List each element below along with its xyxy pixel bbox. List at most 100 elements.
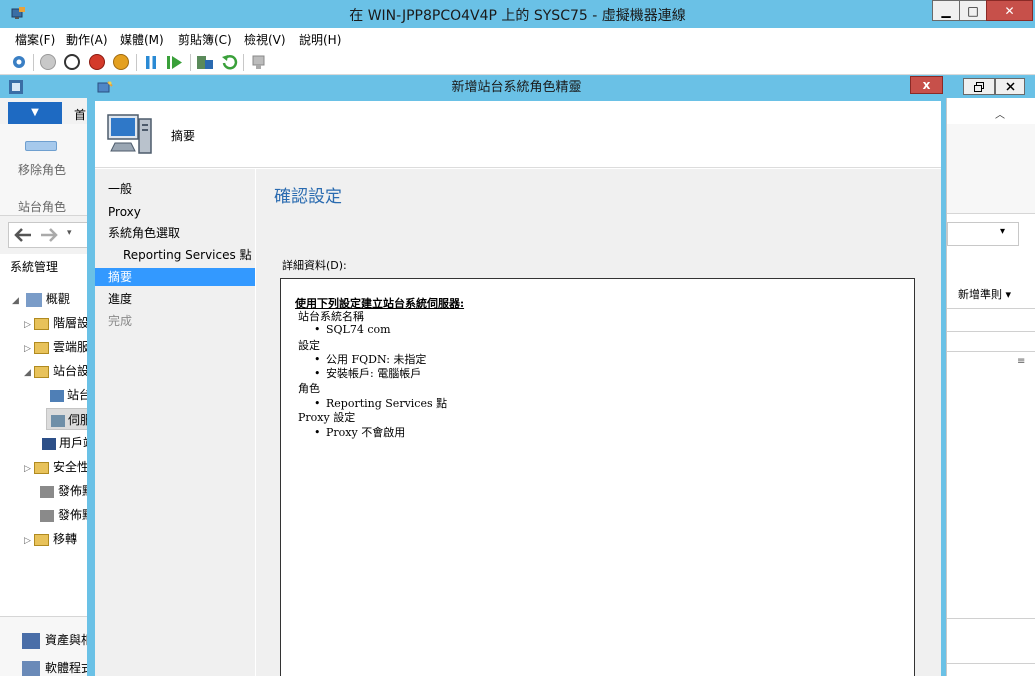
expanded-arrow-icon[interactable]: ◢ [24,368,34,378]
menu-clipboard[interactable]: 剪貼簿(C) [178,31,232,48]
tree-item-hierarchy[interactable]: ▷ 階層設 [24,314,88,331]
ribbon-file-tab[interactable]: ▼ [8,102,62,124]
expanded-arrow-icon[interactable]: ◢ [12,296,22,306]
details-textbox[interactable]: 使用下列設定建立站台系統伺服器: 站台系統名稱 • SQL74 com 設定 • 公… [280,278,915,676]
step-proxy[interactable]: Proxy [95,203,255,221]
menu-action[interactable]: 動作(A) [66,31,108,48]
collapsed-arrow-icon[interactable]: ▷ [24,320,34,330]
start-icon[interactable] [40,54,56,70]
minimize-button[interactable]: ▁ [932,0,960,21]
workspace-label: 資產與相 [45,633,88,647]
divider [947,618,1035,619]
step-role-selection[interactable]: 系統角色選取 [95,224,255,242]
menu-view[interactable]: 檢視(V) [244,31,286,48]
address-dropdown[interactable]: ▾ [947,222,1019,246]
save-state-icon[interactable] [113,54,129,70]
close-icon [1005,82,1015,91]
computer-monitor-icon [107,114,152,154]
dropdown-arrow-icon: ▾ [1000,226,1006,237]
menu-help[interactable]: 說明(H) [299,31,341,48]
checkpoint-icon[interactable] [196,54,214,71]
toolbar-separator [33,54,34,71]
tree-item-distribution-point-groups[interactable]: 發佈點 [40,506,88,523]
divider [947,663,1035,664]
section-title: 系統管理 [10,260,59,274]
tree-item-client-settings[interactable]: 用戶端 [42,434,88,451]
server-roles-icon [51,414,65,427]
enhanced-session-icon[interactable] [250,54,268,71]
folder-icon [34,341,49,354]
collapsed-arrow-icon[interactable]: ▷ [24,344,34,354]
step-progress[interactable]: 進度 [95,290,255,308]
tree-item-security[interactable]: ▷ 安全性 [24,458,88,475]
menu-file[interactable]: 檔案(F) [15,31,55,48]
tree-item-cloud[interactable]: ▷ 雲端服 [24,338,88,355]
details-section: Proxy 設定 [298,411,356,424]
tree-item-label: 階層設 [53,316,88,330]
step-general[interactable]: 一般 [95,180,255,198]
step-completion: 完成 [108,314,133,328]
tree-item-label: 用戶端 [59,436,88,450]
client-settings-icon [42,437,56,450]
maximize-button[interactable]: □ [959,0,987,21]
tree-item-label: 移轉 [53,532,78,546]
toolbar-separator [136,54,137,71]
details-section: 站台系統名稱 [298,310,364,323]
toolbar-separator [190,54,191,71]
workspace-label: 軟體程式 [45,661,88,675]
tree-item-label: 概觀 [45,292,70,306]
workspace-assets[interactable]: 資產與相 [22,631,88,649]
tree-item-overview[interactable]: ◢ 概觀 [12,290,88,307]
tree-item-site-config[interactable]: ◢ 站台設 [24,362,88,379]
forward-arrow-icon[interactable] [39,227,59,243]
history-dropdown-icon[interactable]: ▾ [67,228,72,238]
tree-item-migration[interactable]: ▷ 移轉 [24,530,88,547]
remove-role-icon[interactable] [25,141,57,151]
host-menu-bar: 檔案(F) 動作(A) 媒體(M) 剪貼簿(C) 檢視(V) 說明(H) [0,28,1035,50]
restore-icon [974,81,984,92]
console-close-button[interactable] [995,78,1025,95]
add-criteria-button[interactable]: 新增準則 ▾ [958,286,1011,302]
distribution-point-group-icon [40,509,54,522]
tree-item-label: 發佈點 [58,508,88,522]
collapsed-arrow-icon[interactable]: ▷ [24,464,34,474]
menu-media[interactable]: 媒體(M) [120,31,164,48]
collapsed-arrow-icon[interactable]: ▷ [24,536,34,546]
revert-icon[interactable] [220,54,238,71]
right-pane: ︿ ▾ 新增準則 ▾ ≡ [946,98,1035,676]
remove-role-button[interactable]: 移除角色 [18,161,66,178]
overview-icon [25,292,42,307]
ribbon-extension [947,124,1035,214]
wizard-close-button[interactable]: x [910,76,943,94]
host-title-bar: 在 WIN-JPP8PCO4V4P 上的 SYSC75 - 虛擬機器連線 ▁ □… [0,0,1035,28]
details-bullet-item: • Proxy 不會啟用 [314,426,406,439]
workspace-switcher: 資產與相 軟體程式 [0,616,88,676]
ribbon-tab-home[interactable]: 首 [74,106,86,123]
toolbar-separator [243,54,244,71]
back-arrow-icon[interactable] [13,227,33,243]
turn-off-icon[interactable] [64,54,80,70]
close-button[interactable]: ✕ [986,0,1033,21]
tree-item-servers-selected[interactable]: 伺服 [46,408,88,430]
step-summary[interactable]: 摘要 [95,268,255,286]
ctrl-alt-del-icon[interactable] [10,54,28,71]
step-reporting-services-point[interactable]: Reporting Services 點 [95,246,255,264]
tree-item-sites[interactable]: 站台 [50,386,88,403]
assets-icon [22,632,40,649]
folder-icon [34,533,49,546]
content-title: 確認設定 [274,187,342,207]
wizard-title: 新增站台系統角色精靈 [451,80,582,95]
resume-icon[interactable] [166,54,184,71]
workspace-software-library[interactable]: 軟體程式 [22,659,88,676]
console-restore-button[interactable] [963,78,995,95]
tree-item-label: 站台設 [53,364,88,378]
config-manager-icon [9,80,23,94]
shutdown-icon[interactable] [89,54,105,70]
tree-item-distribution-points[interactable]: 發佈點 [40,482,88,499]
tree-item-label: 雲端服 [53,340,88,354]
splitter-grip-icon[interactable]: ≡ [1017,356,1025,367]
collapse-ribbon-icon[interactable]: ︿ [995,106,1005,121]
list-row [947,332,1035,352]
software-library-icon [22,660,40,676]
pause-icon[interactable] [143,54,159,71]
